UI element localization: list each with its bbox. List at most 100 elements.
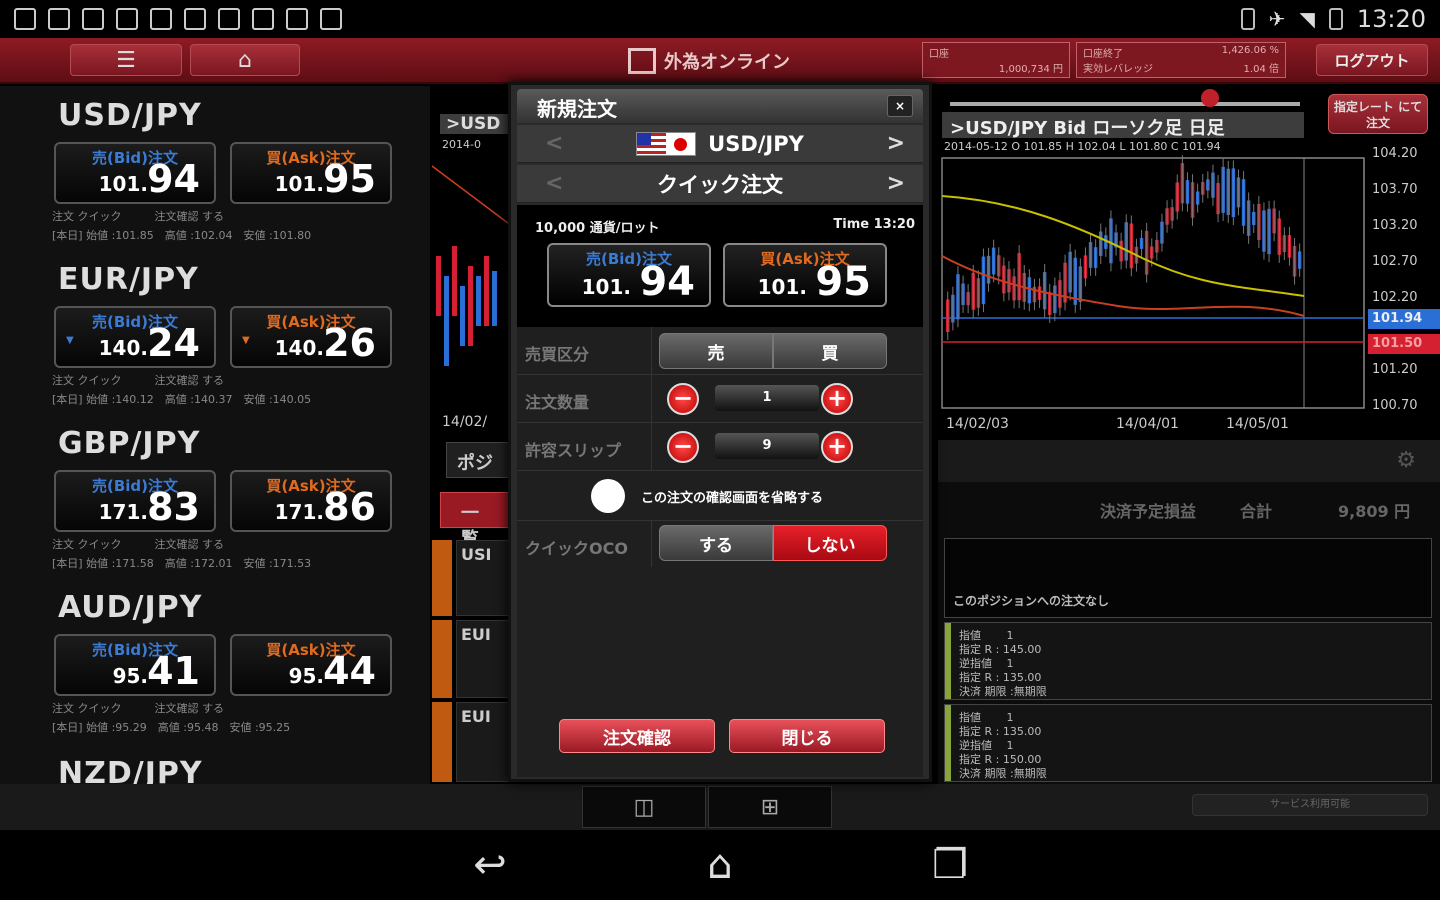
order-settings: 注文 クイック 注文確認 する — [52, 702, 224, 715]
chevron-left-icon[interactable]: < — [545, 171, 563, 196]
ask-order-button[interactable]: 買(Ask)注文 101. 95 — [230, 142, 392, 204]
order-settings: 注文 クイック 注文確認 する — [52, 374, 224, 387]
oco-on-button[interactable]: する — [659, 525, 773, 561]
ask-order-button[interactable]: 買(Ask)注文 95. 44 — [230, 634, 392, 696]
close-icon[interactable]: × — [887, 95, 913, 117]
selected-pair: USD/JPY — [708, 131, 804, 156]
quote-time: Time 13:20 — [833, 217, 915, 232]
order-settings: 注文 クイック 注文確認 する — [52, 538, 224, 551]
ask-price-int: 140. — [274, 336, 324, 360]
pair-title: USD/JPY — [58, 98, 202, 133]
wifi-icon: ◥ — [1299, 7, 1315, 31]
home-nav-button[interactable]: ⌂ — [680, 840, 760, 890]
candle — [484, 256, 489, 326]
ma-line — [432, 165, 512, 227]
position-cell[interactable]: USI — [456, 540, 516, 616]
grid-view-tab[interactable]: ⊞ — [708, 786, 832, 828]
recents-button[interactable]: ❐ — [910, 840, 990, 890]
order-card[interactable]: 指値 1 指定 R : 145.00 逆指値 1 指定 R : 135.00 決… — [944, 622, 1432, 700]
chart-title: >USD/JPY Bid ローソク足 日足 — [942, 112, 1304, 139]
account-label: 口座 — [929, 49, 949, 60]
home-button[interactable]: ⌂ — [190, 44, 300, 76]
daily-ohlc: [本日] 始値 :171.58 高値 :172.01 安値 :171.53 — [52, 557, 312, 570]
position-cell[interactable]: EUI — [456, 620, 516, 698]
ma-line-short — [941, 255, 1305, 317]
pl-label: 決済予定損益 — [1100, 502, 1197, 521]
rate-item-audjpy: AUD/JPY 売(Bid)注文 95. 41 買(Ask)注文 95. 44 … — [0, 578, 430, 742]
minus-icon[interactable]: − — [667, 383, 699, 415]
bid-order-button[interactable]: 売(Bid)注文 171. 83 — [54, 470, 216, 532]
back-button[interactable]: ↩ — [450, 840, 530, 890]
order-line: 指定 R : 135.00 — [959, 725, 1042, 738]
image-icon — [48, 8, 70, 30]
bid-price-dec: 94 — [639, 259, 695, 305]
ask-order-button[interactable]: 買(Ask)注文 171. 86 — [230, 470, 392, 532]
oco-off-button[interactable]: しない — [773, 525, 887, 561]
bid-price-int: 171. — [98, 500, 148, 524]
skip-confirm-toggle[interactable] — [591, 479, 625, 513]
down-arrow-icon: ▼ — [242, 335, 250, 346]
bid-price-dec: 83 — [147, 485, 200, 529]
side-label: 売買区分 — [525, 345, 590, 364]
margin-label: 口座終了 — [1083, 49, 1123, 60]
positions-tab[interactable]: ポジ — [446, 442, 516, 478]
chevron-right-icon[interactable]: > — [887, 171, 905, 196]
logo-text: 外為オンライン — [664, 52, 790, 73]
confirm-order-button[interactable]: 注文確認 — [559, 719, 715, 753]
ask-price-int: 101. — [757, 275, 807, 299]
rate-item-eurjpy: EUR/JPY 売(Bid)注文 ▼ 140. 24 買(Ask)注文 ▼ 14… — [0, 250, 430, 414]
slippage-field[interactable]: 9 — [715, 433, 819, 459]
order-line: 指値 1 — [959, 629, 1014, 642]
system-nav-bar: ↩ ⌂ ❐ — [0, 830, 1440, 900]
chevron-left-icon[interactable]: < — [545, 131, 563, 156]
ask-order-button[interactable]: 買(Ask)注文 ▼ 140. 26 — [230, 306, 392, 368]
y-tick: 101.20 — [1372, 362, 1418, 377]
single-view-tab[interactable]: ◫ — [582, 786, 706, 828]
plus-icon[interactable]: + — [821, 383, 853, 415]
order-at-rate-button[interactable]: 指定レート にて注文 — [1328, 94, 1428, 134]
bid-order-button[interactable]: 売(Bid)注文 95. 41 — [54, 634, 216, 696]
logout-button[interactable]: ログアウト — [1316, 44, 1428, 76]
divider — [651, 521, 652, 567]
list-tab[interactable]: 一覧 — [440, 492, 516, 550]
buy-button[interactable]: 買 — [773, 333, 887, 369]
bid-quick-order-button[interactable]: 売(Bid)注文 101. 94 — [547, 243, 711, 307]
rate-item-gbpjpy: GBP/JPY 売(Bid)注文 171. 83 買(Ask)注文 171. 8… — [0, 414, 430, 578]
menu-button[interactable]: ☰ — [70, 44, 182, 76]
gear-icon[interactable]: ⚙ — [1396, 448, 1416, 473]
y-tick: 102.20 — [1372, 290, 1418, 305]
quantity-field[interactable]: 1 — [715, 385, 819, 411]
notification-icons — [14, 8, 342, 30]
order-type-selector[interactable]: < クイック注文 > — [517, 165, 923, 203]
pair-meta: 注文 クイック 注文確認 する [本日] 始値 :171.58 高値 :172.… — [52, 538, 392, 570]
ask-quick-order-button[interactable]: 買(Ask)注文 101. 95 — [723, 243, 887, 307]
down-arrow-icon: ▼ — [66, 335, 74, 346]
chart-ohlc: 2014-05-12 O 101.85 H 102.04 L 101.80 C … — [944, 140, 1221, 153]
ask-price-dec: 95 — [815, 259, 871, 305]
bid-price-dec: 94 — [147, 157, 200, 201]
plus-icon[interactable]: + — [821, 431, 853, 463]
chevron-right-icon[interactable]: > — [887, 131, 905, 156]
pair-meta: 注文 クイック 注文確認 する [本日] 始値 :95.29 高値 :95.48… — [52, 702, 392, 734]
order-details: 指値 1 指定 R : 135.00 逆指値 1 指定 R : 150.00 決… — [959, 711, 1047, 781]
back-icon: ↩ — [473, 842, 507, 888]
position-cell[interactable]: EUI — [456, 702, 516, 782]
usd-jpy-flag-icon — [636, 131, 697, 156]
order-card[interactable]: 指値 1 指定 R : 135.00 逆指値 1 指定 R : 150.00 決… — [944, 704, 1432, 782]
bid-order-button[interactable]: 売(Bid)注文 ▼ 140. 24 — [54, 306, 216, 368]
pair-selector[interactable]: < USD/JPY > — [517, 125, 923, 163]
status-bar: ✈ ◥ 13:20 — [0, 0, 1440, 38]
order-details: 指値 1 指定 R : 145.00 逆指値 1 指定 R : 135.00 決… — [959, 629, 1047, 699]
close-dialog-button[interactable]: 閉じる — [729, 719, 885, 753]
candle — [452, 246, 457, 316]
sell-button[interactable]: 売 — [659, 333, 773, 369]
x-tick: 14/04/01 — [1116, 416, 1179, 432]
logo-mark-icon — [628, 48, 656, 74]
minus-icon[interactable]: − — [667, 431, 699, 463]
pair-title-nzdjpy[interactable]: NZD/JPY — [58, 756, 203, 784]
daily-ohlc: [本日] 始値 :101.85 高値 :102.04 安値 :101.80 — [52, 229, 312, 242]
candle — [460, 286, 465, 346]
slippage-row: 許容スリップ − 9 + — [517, 423, 923, 471]
order-line: 決済 期限 :無期限 — [959, 767, 1047, 780]
bid-order-button[interactable]: 売(Bid)注文 101. 94 — [54, 142, 216, 204]
